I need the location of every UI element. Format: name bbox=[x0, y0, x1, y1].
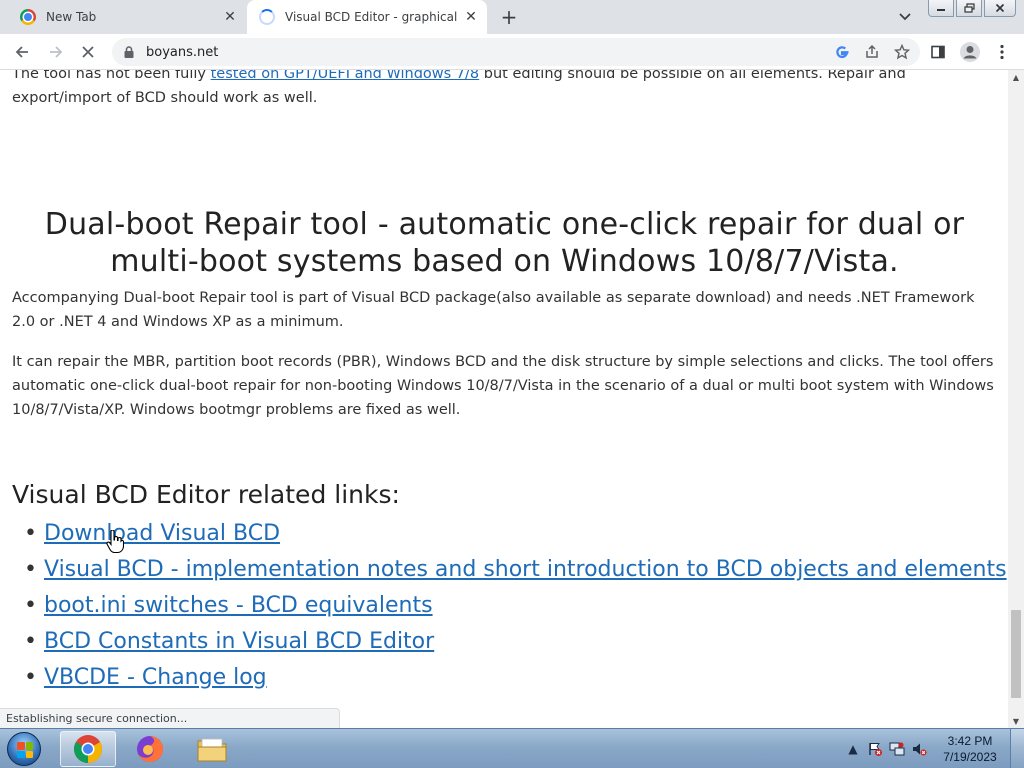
show-desktop-button[interactable] bbox=[1010, 729, 1024, 768]
taskbar-chrome[interactable] bbox=[60, 731, 116, 767]
list-item: VBCDE - Change log bbox=[12, 660, 997, 696]
clock-time: 3:42 PM bbox=[947, 734, 993, 748]
taskbar-firefox[interactable] bbox=[122, 731, 178, 767]
intro-text: The tool has not been fully bbox=[12, 70, 211, 82]
related-links-heading: Visual BCD Editor related links: bbox=[12, 480, 400, 509]
scroll-up-arrow-icon[interactable]: ▲ bbox=[1008, 70, 1024, 84]
list-item: Visual BCD - implementation notes and sh… bbox=[12, 552, 1007, 588]
repair-paragraph: It can repair the MBR, partition boot re… bbox=[12, 354, 994, 418]
google-icon[interactable] bbox=[830, 40, 854, 64]
taskbar-clock[interactable]: 3:42 PM 7/19/2023 bbox=[930, 733, 1010, 765]
window-controls bbox=[928, 0, 1016, 17]
firefox-icon bbox=[137, 736, 163, 762]
taskbar-explorer[interactable] bbox=[184, 731, 240, 767]
download-visual-bcd-link[interactable]: Download Visual BCD bbox=[44, 521, 280, 546]
lock-icon bbox=[124, 46, 134, 58]
url-text: boyans.net bbox=[146, 44, 219, 60]
tab-title: New Tab bbox=[46, 10, 97, 24]
close-tab-icon[interactable]: ✕ bbox=[220, 7, 240, 27]
tab-search-chevron-icon[interactable] bbox=[893, 6, 917, 28]
new-tab-button[interactable]: + bbox=[496, 4, 522, 30]
page-scrollbar[interactable]: ▲ ▼ bbox=[1008, 70, 1024, 728]
tab-strip: New Tab ✕ Visual BCD Editor - graphical … bbox=[0, 0, 1024, 34]
bookmark-star-icon[interactable] bbox=[890, 40, 914, 64]
chrome-icon bbox=[74, 735, 102, 763]
status-bubble: Establishing secure connection... bbox=[0, 708, 340, 728]
forward-arrow-icon[interactable] bbox=[42, 38, 70, 66]
more-menu-icon[interactable] bbox=[988, 38, 1016, 66]
clock-date: 7/19/2023 bbox=[943, 750, 997, 764]
tab-title: Visual BCD Editor - graphical bcd bbox=[285, 10, 461, 24]
windows-taskbar: ▲ 3:42 PM 7/19/2023 bbox=[0, 728, 1024, 768]
start-button[interactable] bbox=[4, 730, 44, 768]
address-bar[interactable]: boyans.net bbox=[112, 38, 920, 66]
folder-icon bbox=[197, 738, 227, 762]
network-icon[interactable] bbox=[886, 738, 908, 760]
boot-ini-switches-link[interactable]: boot.ini switches - BCD equivalents bbox=[44, 593, 433, 618]
back-arrow-icon[interactable] bbox=[8, 38, 36, 66]
profile-avatar-icon[interactable] bbox=[956, 38, 984, 66]
tested-link[interactable]: tested on GPT/UEFI and Windows 7/8 bbox=[211, 70, 480, 82]
intro-paragraph: The tool has not been fully tested on GP… bbox=[12, 70, 997, 110]
windows-orb-icon bbox=[7, 732, 41, 766]
close-window-button[interactable] bbox=[984, 0, 1016, 17]
minimize-button[interactable] bbox=[928, 0, 954, 17]
hand-cursor-icon bbox=[106, 530, 124, 554]
page-viewport[interactable]: The tool has not been fully tested on GP… bbox=[0, 70, 1008, 728]
section-heading: Dual-boot Repair tool - automatic one-cl… bbox=[44, 207, 965, 279]
scroll-down-arrow-icon[interactable]: ▼ bbox=[1008, 714, 1024, 728]
browser-toolbar: boyans.net bbox=[0, 34, 1024, 70]
show-hidden-icons-icon[interactable]: ▲ bbox=[842, 738, 864, 760]
tab-new-tab[interactable]: New Tab ✕ bbox=[8, 0, 246, 34]
implementation-notes-link[interactable]: Visual BCD - implementation notes and sh… bbox=[44, 557, 1007, 582]
side-panel-icon[interactable] bbox=[924, 38, 952, 66]
list-item: BCD Constants in Visual BCD Editor bbox=[12, 624, 997, 660]
dual-boot-paragraph: Accompanying Dual-boot Repair tool is pa… bbox=[12, 290, 975, 330]
tab-visual-bcd[interactable]: Visual BCD Editor - graphical bcd ✕ bbox=[247, 0, 487, 34]
loading-spinner-icon bbox=[259, 9, 275, 25]
close-tab-icon[interactable]: ✕ bbox=[461, 7, 481, 27]
share-icon[interactable] bbox=[860, 40, 884, 64]
change-log-link[interactable]: VBCDE - Change log bbox=[44, 665, 267, 690]
restore-button[interactable] bbox=[956, 0, 982, 17]
scroll-thumb[interactable] bbox=[1011, 610, 1021, 698]
list-item: Download Visual BCD bbox=[12, 516, 997, 552]
bcd-constants-link[interactable]: BCD Constants in Visual BCD Editor bbox=[44, 629, 434, 654]
stop-loading-icon[interactable] bbox=[74, 38, 102, 66]
system-tray: ▲ 3:42 PM 7/19/2023 bbox=[842, 729, 1024, 768]
action-center-flag-icon[interactable] bbox=[864, 738, 886, 760]
related-links-list: Download Visual BCD Visual BCD - impleme… bbox=[12, 516, 1007, 696]
volume-muted-icon[interactable] bbox=[908, 738, 930, 760]
list-item: boot.ini switches - BCD equivalents bbox=[12, 588, 997, 624]
chrome-favicon-icon bbox=[20, 9, 36, 25]
